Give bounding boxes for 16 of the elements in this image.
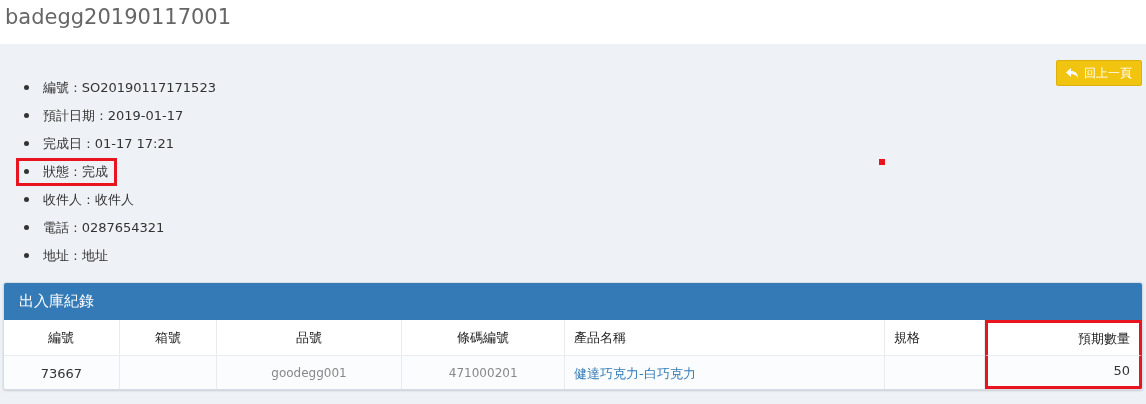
panel-title: 出入庫紀錄 — [19, 292, 94, 311]
table-cell: 471000201 — [402, 355, 566, 389]
table-cell: 73667 — [4, 355, 120, 389]
table-cell: goodegg001 — [216, 355, 403, 389]
table-cell: 50 — [985, 355, 1142, 389]
detail-text: 地址 : 地址 — [16, 242, 117, 270]
detail-text: 收件人 : 收件人 — [16, 186, 143, 214]
detail-text: 編號 : SO20190117171523 — [16, 74, 225, 102]
column-header: 預期數量 — [985, 320, 1142, 355]
detail-text: 電話 : 0287654321 — [16, 214, 174, 242]
detail-text: 狀態 : 完成 — [16, 158, 117, 186]
detail-text: 完成日 : 01-17 17:21 — [16, 130, 183, 158]
detail-text: 預計日期 : 2019-01-17 — [16, 102, 193, 130]
reply-arrow-icon — [1066, 67, 1079, 79]
table-cell[interactable]: 健達巧克力-白巧克力 — [565, 355, 886, 389]
page-title: badegg20190117001 — [5, 5, 232, 29]
